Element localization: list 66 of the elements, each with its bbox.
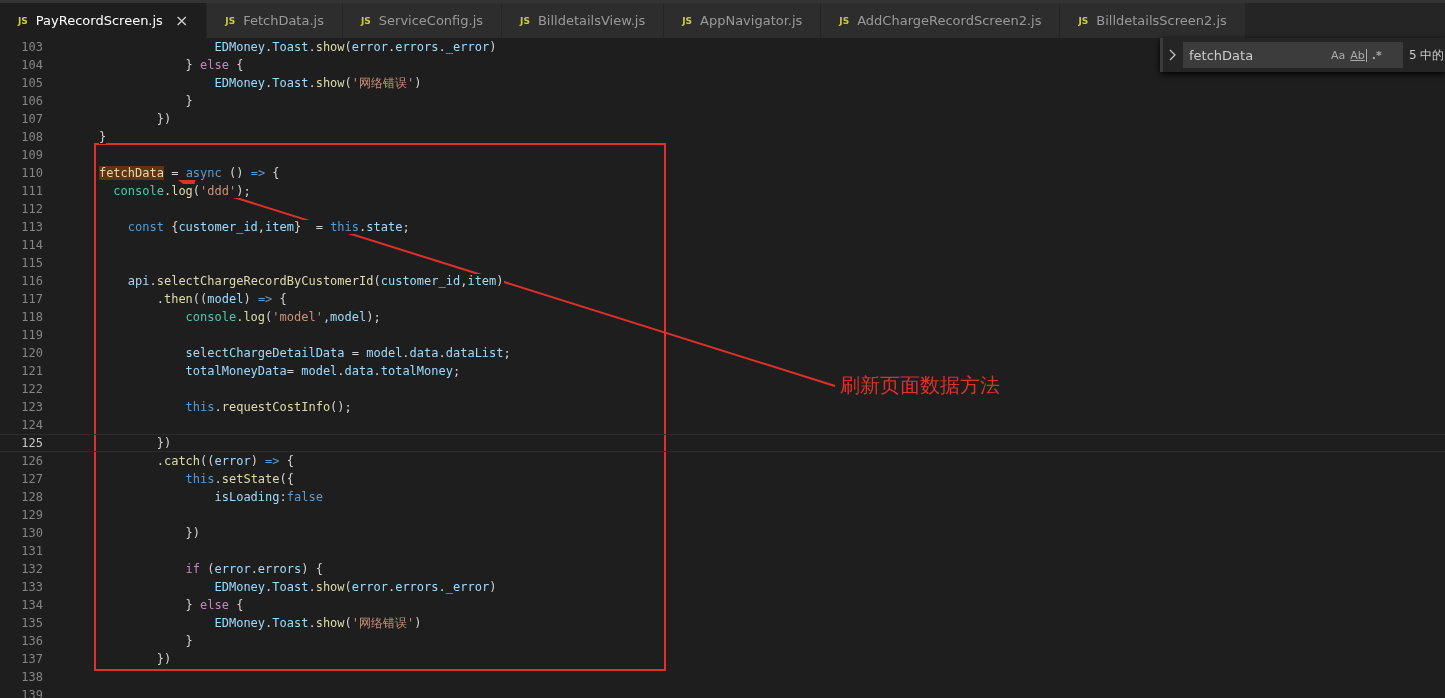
- line-number: 109: [20, 147, 43, 164]
- js-file-icon: JS: [225, 15, 236, 26]
- line-number: 123: [20, 399, 43, 416]
- line-number: 131: [20, 543, 43, 560]
- search-option-toggle[interactable]: .*: [1371, 48, 1382, 62]
- search-option-toggle[interactable]: Ab: [1350, 48, 1367, 62]
- line-number: 111: [20, 183, 43, 200]
- line-number: 138: [20, 669, 43, 686]
- line-number: 113: [20, 219, 43, 236]
- line-number: 135: [20, 615, 43, 632]
- line-number: 103: [20, 39, 43, 56]
- line-number: 136: [20, 633, 43, 650]
- tab-label: AddChargeRecordScreen2.js: [857, 13, 1042, 28]
- editor-tab[interactable]: JS AppNavigator.js: [664, 3, 822, 38]
- line-number: 128: [20, 489, 43, 506]
- line-number: 137: [20, 651, 43, 668]
- editor-tab[interactable]: JS FetchData.js: [207, 3, 343, 38]
- search-field[interactable]: fetchData Aa Ab .*: [1183, 42, 1403, 68]
- line-number: 114: [20, 237, 43, 254]
- tab-label: ServiceConfig.js: [378, 13, 484, 28]
- js-file-icon: JS: [1078, 15, 1089, 26]
- line-number: 127: [20, 471, 43, 488]
- line-number: 108: [20, 129, 43, 146]
- line-number: 106: [20, 93, 43, 110]
- line-number: 118: [20, 309, 43, 326]
- js-file-icon: JS: [360, 15, 371, 26]
- line-number: 126: [20, 453, 43, 470]
- code-line: }): [156, 436, 172, 450]
- line-number: 121: [20, 363, 43, 380]
- js-file-icon: JS: [520, 15, 530, 26]
- tab-label: BilldetailsScreen2.js: [1096, 13, 1227, 28]
- search-option-toggle[interactable]: Aa: [1331, 48, 1346, 62]
- line-number: 125: [20, 435, 43, 452]
- js-file-icon: JS: [18, 15, 28, 26]
- editor-tab[interactable]: JS AddChargeRecordScreen2.js: [821, 3, 1061, 38]
- tab-label: PayRecordScreen.js: [35, 13, 163, 28]
- line-number: 119: [20, 327, 43, 344]
- line-number: 110: [20, 165, 43, 182]
- line-number: 120: [20, 345, 43, 362]
- annotation-label: 刷新页面数据方法: [840, 372, 1000, 399]
- tab-label: AppNavigator.js: [700, 13, 803, 28]
- js-file-icon: JS: [682, 15, 692, 26]
- line-number: 124: [20, 417, 43, 434]
- tab-label: BilldetailsView.js: [537, 13, 646, 28]
- close-icon[interactable]: ×: [174, 11, 189, 30]
- line-number: 129: [20, 507, 43, 524]
- js-file-icon: JS: [839, 15, 850, 26]
- editor-tab[interactable]: JS BilldetailsScreen2.js: [1060, 3, 1246, 38]
- line-number: 134: [20, 597, 43, 614]
- line-number: 107: [20, 111, 43, 128]
- match-count: 5 中的: [1409, 46, 1445, 64]
- editor-tab[interactable]: JS PayRecordScreen.js ×: [0, 3, 208, 38]
- line-number: 105: [20, 75, 43, 92]
- line-number: 117: [20, 291, 43, 308]
- line-number: 133: [20, 579, 43, 596]
- line-number: 115: [20, 255, 43, 272]
- line-number: 132: [20, 561, 43, 578]
- editor-tab[interactable]: JS ServiceConfig.js: [342, 3, 503, 38]
- line-number: 112: [20, 201, 43, 218]
- expand-chevron-icon[interactable]: [1169, 49, 1177, 61]
- line-number: 130: [20, 525, 43, 542]
- line-number: 122: [20, 381, 43, 398]
- tab-label: FetchData.js: [243, 13, 324, 28]
- line-number: 116: [20, 273, 43, 290]
- editor-tab[interactable]: JS BilldetailsView.js: [502, 3, 665, 38]
- line-number: 104: [20, 57, 43, 74]
